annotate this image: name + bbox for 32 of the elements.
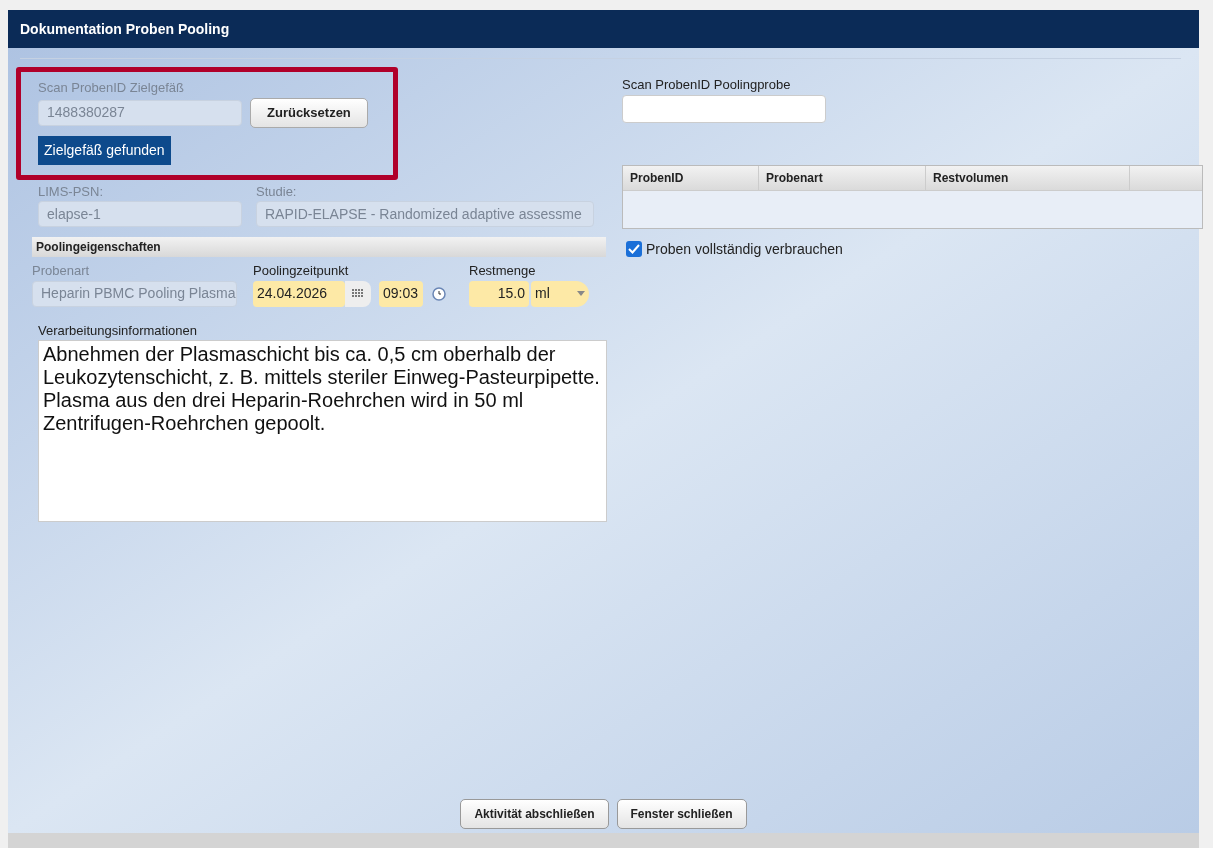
status-badge: Zielgefäß gefunden bbox=[38, 135, 171, 165]
footer-button[interactable]: Aktivität abschließen bbox=[460, 799, 609, 829]
field-label: Scan ProbenID Poolingprobe bbox=[622, 76, 792, 94]
processing-info-textarea[interactable]: Abnehmen der Plasmaschicht bis ca. 0,5 cm oberhalb der Leukozytenschicht, z. B. mittels steriler Einweg-Pasteurpipette. Plasma aus den drei Heparin-Roehrchen wird in 50 ml Zentrifugen-Roehrchen gepoolt. bbox=[38, 340, 607, 522]
time-field[interactable]: 09:03 bbox=[379, 280, 423, 307]
checkbox-label: Proben vollständig verbrauchen bbox=[646, 239, 843, 259]
unit-dropdown[interactable]: ml bbox=[531, 280, 589, 307]
reset-button[interactable]: Zurücksetzen bbox=[250, 97, 368, 128]
field-label: Verarbeitungsinformationen bbox=[38, 321, 198, 340]
study-field: RAPID-ELAPSE - Randomized adaptive assessme bbox=[256, 201, 594, 227]
field-label: Probenart bbox=[32, 262, 91, 280]
calendar-icon[interactable] bbox=[345, 280, 371, 307]
date-field[interactable]: 24.04.2026 bbox=[253, 280, 345, 307]
column-header[interactable]: ProbenID bbox=[623, 165, 759, 190]
caret-icon bbox=[577, 291, 585, 296]
field-label: Scan ProbenID Zielgefäß bbox=[38, 79, 185, 97]
sample-type-field: Heparin PBMC Pooling Plasma bbox=[32, 280, 237, 307]
field-label: LIMS-PSN: bbox=[38, 182, 104, 201]
section-header: Poolingeigenschaften bbox=[32, 237, 606, 257]
window-title: Dokumentation Proben Pooling bbox=[20, 19, 230, 39]
pool-id-field[interactable] bbox=[622, 94, 826, 123]
amount-field[interactable]: 15.0 bbox=[469, 280, 529, 307]
checkmark-icon bbox=[628, 244, 640, 254]
lims-psn-field: elapse-1 bbox=[38, 201, 242, 227]
column-header[interactable]: Probenart bbox=[759, 165, 926, 190]
checkbox[interactable] bbox=[626, 241, 642, 257]
column-header[interactable]: Restvolumen bbox=[926, 165, 1130, 190]
field-label: Restmenge bbox=[469, 262, 537, 280]
clock-icon[interactable] bbox=[431, 285, 447, 302]
field-label: Studie: bbox=[256, 182, 298, 201]
footer-button[interactable]: Fenster schließen bbox=[616, 799, 747, 829]
field-label: Poolingzeitpunkt bbox=[253, 262, 350, 280]
